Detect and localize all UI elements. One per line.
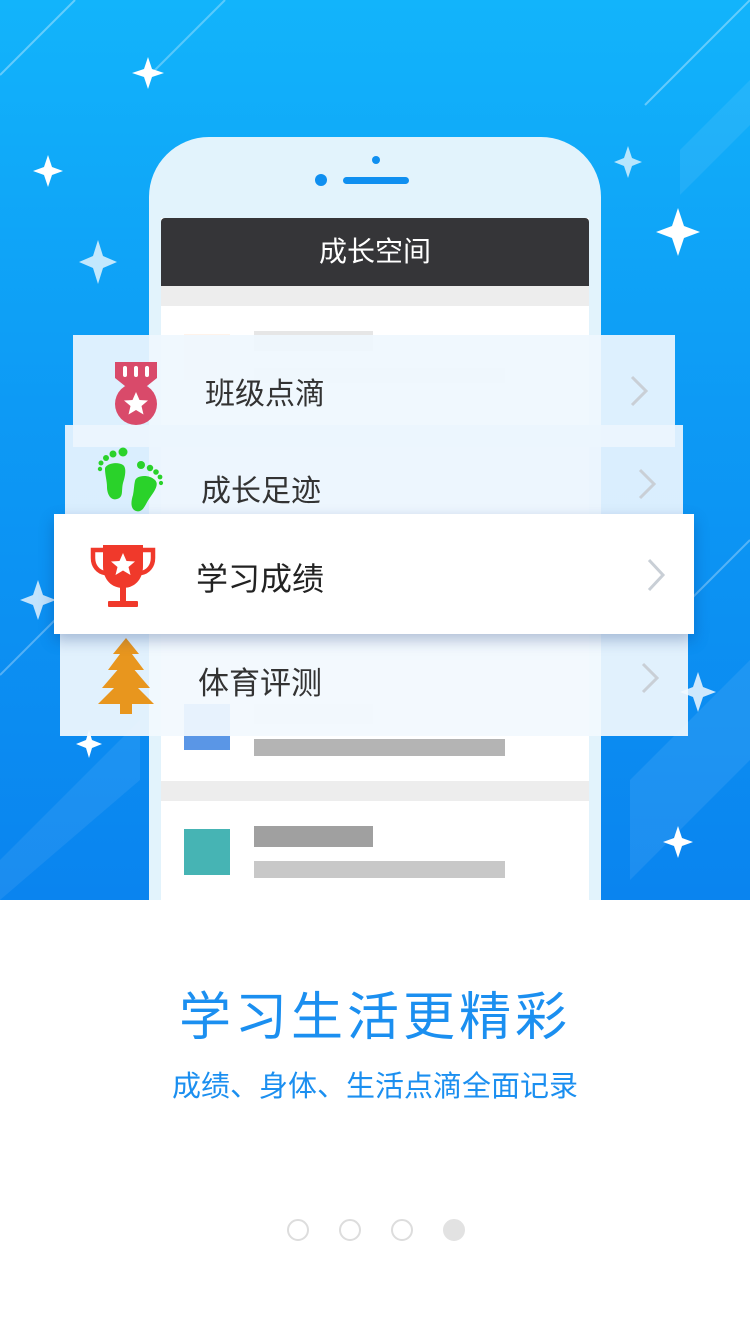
- page-subtitle: 成绩、身体、生活点滴全面记录: [171, 1069, 578, 1103]
- feature-card-sports-assessment: 体育评测: [60, 634, 688, 736]
- feature-label: 成长足迹: [201, 474, 321, 509]
- divider: [161, 286, 589, 306]
- chevron-right-icon: [630, 375, 649, 407]
- feature-label: 班级点滴: [205, 377, 325, 412]
- placeholder-line: [254, 861, 505, 878]
- page-dot-active[interactable]: [443, 1219, 465, 1241]
- phone-sensor: [372, 156, 380, 164]
- phone-screen-title: 成长空间: [161, 218, 589, 286]
- medal-icon: [115, 362, 157, 425]
- feature-card-academic-scores: 学习成绩: [54, 514, 694, 634]
- feature-label: 体育评测: [198, 666, 322, 702]
- divider: [161, 781, 589, 801]
- placeholder-thumb: [184, 829, 230, 875]
- footprints-icon: [97, 447, 164, 512]
- chevron-right-icon: [641, 662, 660, 694]
- chevron-right-icon: [638, 468, 657, 500]
- chevron-right-icon: [647, 558, 666, 592]
- caption-area: [0, 900, 750, 1334]
- phone-speaker: [343, 177, 409, 184]
- page-dot[interactable]: [391, 1219, 413, 1241]
- feature-label: 学习成绩: [196, 560, 325, 598]
- page-dot[interactable]: [287, 1219, 309, 1241]
- tree-icon: [98, 638, 154, 714]
- sparkle-icon: [132, 57, 164, 89]
- sparkle-icon: [656, 208, 700, 256]
- sparkle-icon: [33, 155, 63, 187]
- page-indicator: [0, 1219, 750, 1243]
- sparkle-icon: [20, 580, 56, 620]
- page-headline: 学习生活更精彩: [178, 988, 571, 1048]
- placeholder-line: [254, 826, 373, 847]
- trophy-icon: [90, 545, 156, 607]
- hero-illustration: 成长空间 班级点滴 成长足迹 学习成绩 体育评测: [0, 0, 750, 900]
- sparkle-icon: [614, 146, 642, 178]
- phone-camera: [315, 174, 327, 186]
- sparkle-icon: [79, 240, 117, 284]
- page-dot[interactable]: [339, 1219, 361, 1241]
- placeholder-line: [254, 739, 505, 756]
